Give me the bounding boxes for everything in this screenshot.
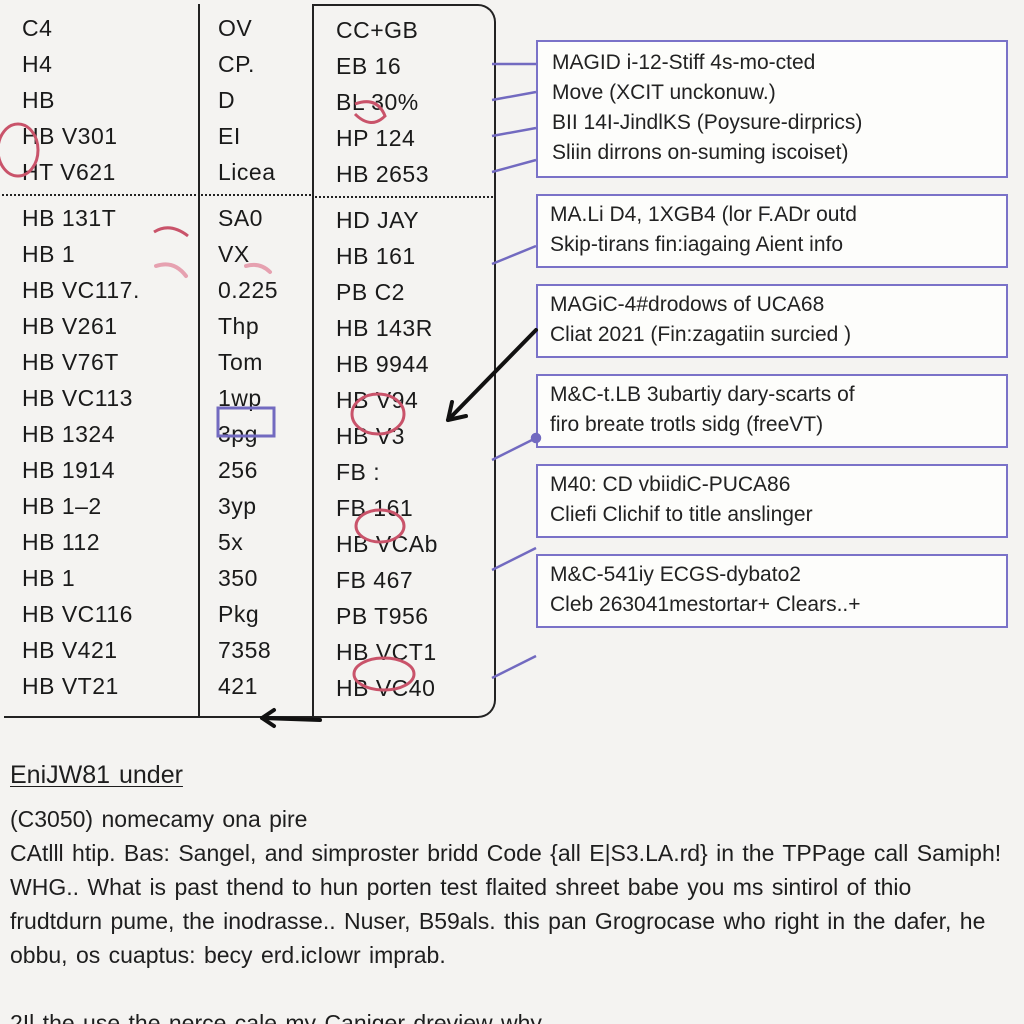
three-column-table: C4H4HBHB V301HT V621HB 131THB 1HB VC117.… [4,4,496,718]
col2-row: 1wp [218,380,300,416]
col2-row: 421 [218,668,300,704]
col2-row: 3pg [218,416,300,452]
col3-row: HB VCT1 [332,634,482,670]
col2-row: 0.225 [218,272,300,308]
scanned-page: C4H4HBHB V301HT V621HB 131THB 1HB VC117.… [0,0,1024,1024]
col2-row: 350 [218,560,300,596]
prose-block: EniJW81 under (C3050) nomecamy ona pireC… [10,758,1008,1024]
col2-row: VX [218,236,300,272]
col2-row: EI [218,118,300,154]
col3-row: HB VCAb [332,526,482,562]
col3-row: FB : [332,454,482,490]
col1-row: HB 112 [22,524,186,560]
col1-row: HB V421 [22,632,186,668]
col1-row: HB [22,82,186,118]
col1-row: HB VC113 [22,380,186,416]
col3-row: CC+GB [332,12,482,48]
col1-row: HB 1914 [22,452,186,488]
annotation-cards: MAGID i-12-Stiff 4s-mo-ctedMove (XCIT un… [536,40,1008,644]
col3-row: EB 16 [332,48,482,84]
col3-row: FB 161 [332,490,482,526]
card-line: Cliefi Clichif to title anslinger [550,500,994,530]
card-line: MAGiC-4#drodows of UCA68 [550,290,994,320]
col2-row: 256 [218,452,300,488]
card-line: MAGID i-12-Stiff 4s-mo-cted [552,48,992,78]
col3-row: HB 143R [332,310,482,346]
col1-row: C4 [22,10,186,46]
col2-row: 7358 [218,632,300,668]
column-3: CC+GBEB 16BL 30%HP 124HB 2653 HD JAYHB 16… [314,4,496,718]
annotation-card: M&C-541iy ECGS-dybato2Cleb 263041mestort… [536,554,1008,628]
col1-row: HB VC116 [22,596,186,632]
col1-row: HB V76T [22,344,186,380]
col1-row: HB 131T [22,200,186,236]
prose-heading: EniJW81 under [10,758,1008,792]
col1-row: HB 1 [22,236,186,272]
col1-row: HB 1–2 [22,488,186,524]
col3-row: HD JAY [332,202,482,238]
col2-row: CP. [218,46,300,82]
card-line: Skip-tirans fin:iagaing Aient info [550,230,994,260]
col2-divider [198,194,314,196]
col3-row: PB T956 [332,598,482,634]
col1-row: HB 1 [22,560,186,596]
col3-divider [312,196,496,198]
col1-row: HB V301 [22,118,186,154]
card-line: M&C-t.LB 3ubartiy dary-scarts of [550,380,994,410]
card-line: MA.Li D4, 1XGB4 (lor F.ADr outd [550,200,994,230]
col1-divider [2,194,200,196]
col2-row: D [218,82,300,118]
col2-row: 3yp [218,488,300,524]
col3-row: PB C2 [332,274,482,310]
annotation-card: M40: CD vbiidiC-PUCA86Cliefi Clichif to … [536,464,1008,538]
col1-row: HB 1324 [22,416,186,452]
col2-row: OV [218,10,300,46]
col3-row: HB V3 [332,418,482,454]
col3-row: HB 161 [332,238,482,274]
col1-row: HT V621 [22,154,186,190]
col2-row: Licea [218,154,300,190]
col2-row: SA0 [218,200,300,236]
col2-row: Pkg [218,596,300,632]
card-line: Cliat 2021 (Fin:zagatiin surcied ) [550,320,994,350]
annotation-card: MA.Li D4, 1XGB4 (lor F.ADr outdSkip-tira… [536,194,1008,268]
col1-row: HB VC117. [22,272,186,308]
col1-row: H4 [22,46,186,82]
card-line: Move (XCIT unckonuw.) [552,78,992,108]
card-line: Cleb 263041mestortar+ Clears..+ [550,590,994,620]
col3-row: HB VC40 [332,670,482,706]
col2-row: 5x [218,524,300,560]
col3-row: BL 30% [332,84,482,120]
col1-row: HB V261 [22,308,186,344]
annotation-card: M&C-t.LB 3ubartiy dary-scarts offiro bre… [536,374,1008,448]
col3-row: HB 2653 [332,156,482,192]
col1-row: HB VT21 [22,668,186,704]
card-line: firo breate trotls sidg (freeVT) [550,410,994,440]
prose-body: (C3050) nomecamy ona pireCAtlll htip. Ba… [10,802,1008,1024]
col3-row: HP 124 [332,120,482,156]
column-2: OVCP.DEILicea SA0VX0.225ThpTom1wp3pg2563y… [200,4,314,718]
col3-row: HB 9944 [332,346,482,382]
col2-row: Tom [218,344,300,380]
col3-row: HB V94 [332,382,482,418]
col3-row: FB 467 [332,562,482,598]
col2-row: Thp [218,308,300,344]
card-line: Sliin dirrons on-suming iscoiset) [552,138,992,168]
column-1: C4H4HBHB V301HT V621HB 131THB 1HB VC117.… [4,4,200,718]
card-line: M40: CD vbiidiC-PUCA86 [550,470,994,500]
annotation-card: MAGID i-12-Stiff 4s-mo-ctedMove (XCIT un… [536,40,1008,178]
annotation-card: MAGiC-4#drodows of UCA68Cliat 2021 (Fin:… [536,284,1008,358]
card-line: M&C-541iy ECGS-dybato2 [550,560,994,590]
card-line: BII 14I-JindlKS (Poysure-dirprics) [552,108,992,138]
